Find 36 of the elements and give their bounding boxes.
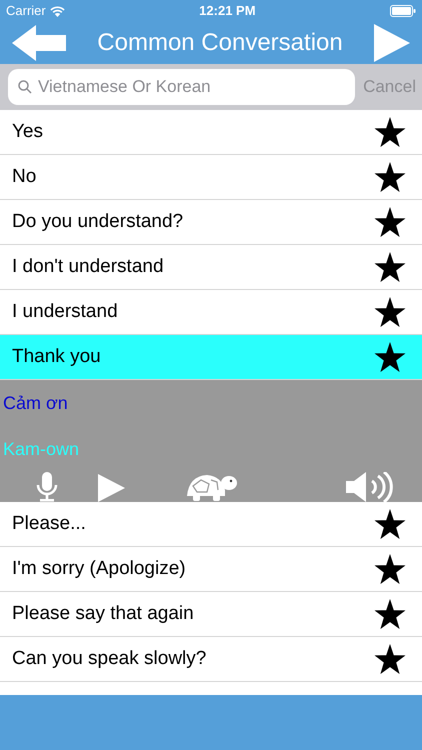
microphone-icon[interactable] xyxy=(36,472,58,502)
play-icon[interactable] xyxy=(374,24,410,62)
star-icon[interactable] xyxy=(374,342,406,372)
battery-icon xyxy=(390,5,416,17)
translation-text: Cảm ơn xyxy=(2,392,68,414)
status-time: 12:21 PM xyxy=(199,2,256,20)
phrase-label: Yes xyxy=(12,120,43,144)
star-icon[interactable] xyxy=(374,554,406,584)
wifi-icon xyxy=(50,6,65,16)
phrase-label: Please say that again xyxy=(12,602,194,626)
star-icon[interactable] xyxy=(374,296,406,328)
phrase-label: Thank you xyxy=(12,344,101,369)
phrase-label: No xyxy=(12,164,36,189)
phrase-label: Do you understand? xyxy=(12,210,184,234)
back-arrow-icon[interactable] xyxy=(12,25,66,61)
search-field[interactable]: Vietnamese Or Korean xyxy=(8,69,356,105)
screen-title: Common Conversation xyxy=(97,28,343,58)
play-icon[interactable] xyxy=(98,474,125,502)
star-icon[interactable] xyxy=(374,206,406,238)
phrase-row[interactable]: Thank you xyxy=(0,335,422,380)
star-icon[interactable] xyxy=(374,644,406,674)
search-icon xyxy=(18,80,32,94)
phrase-label: I don't understand xyxy=(12,254,164,279)
star-icon[interactable] xyxy=(374,162,406,192)
star-icon[interactable] xyxy=(374,598,406,630)
phrase-label: Please... xyxy=(12,512,86,536)
carrier-label: Carrier xyxy=(6,2,46,20)
star-icon[interactable] xyxy=(374,252,406,282)
star-icon[interactable] xyxy=(374,116,406,148)
speaker-icon[interactable] xyxy=(346,472,394,502)
turtle-icon[interactable] xyxy=(185,472,237,502)
phrase-label: I'm sorry (Apologize) xyxy=(12,556,186,581)
phrase-label: I understand xyxy=(12,300,118,324)
phrase-label: Can you speak slowly? xyxy=(12,646,206,671)
pronunciation-text: Kam-own xyxy=(2,438,80,460)
star-icon[interactable] xyxy=(374,508,406,540)
